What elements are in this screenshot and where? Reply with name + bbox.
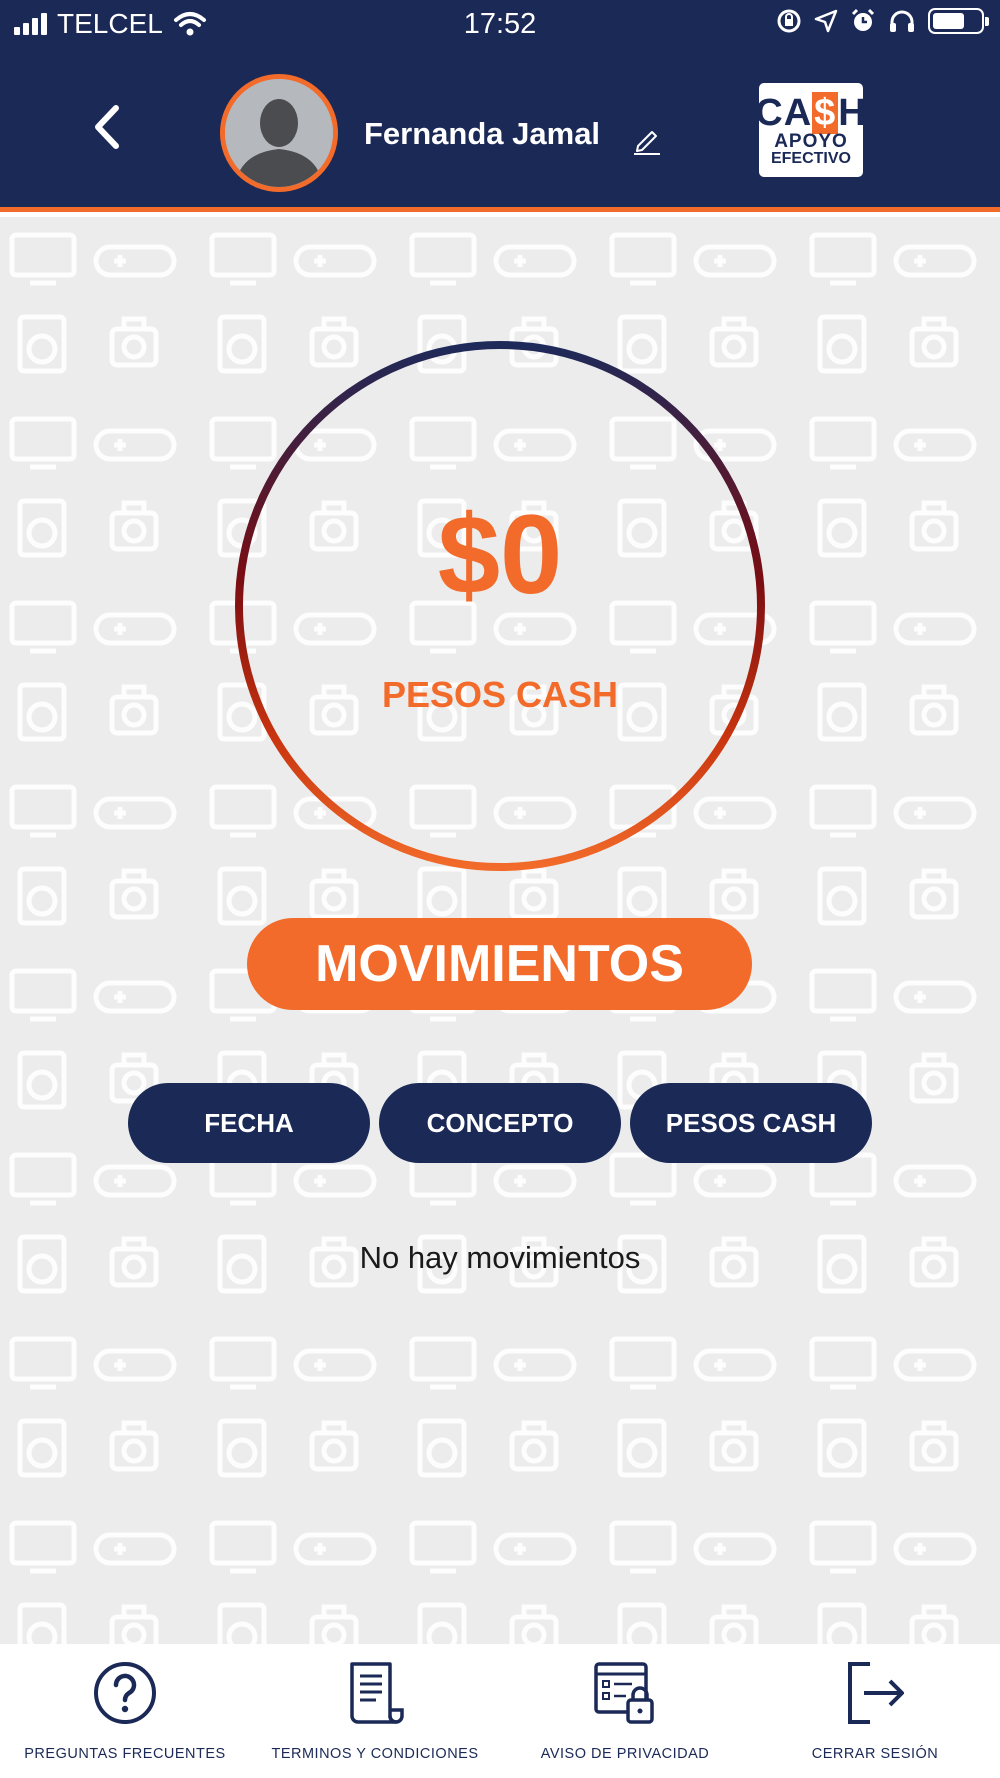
nav-faq-label: PREGUNTAS FRECUENTES: [24, 1746, 226, 1762]
column-date-button[interactable]: FECHA: [128, 1083, 370, 1163]
status-bar: TELCEL 17:52: [0, 0, 1000, 52]
logo-text-right: H: [838, 91, 867, 134]
nav-privacy-label: AVISO DE PRIVACIDAD: [540, 1746, 710, 1762]
pencil-edit-icon[interactable]: [630, 122, 664, 156]
back-arrow-icon[interactable]: [88, 102, 128, 152]
location-arrow-icon: [814, 9, 838, 33]
nav-logout-label: CERRAR SESIÓN: [811, 1746, 939, 1762]
logo-line2: EFECTIVO: [770, 149, 851, 167]
user-name: Fernanda Jamal: [364, 116, 601, 151]
balance-amount: $0: [437, 492, 563, 617]
empty-movements-message: No hay movimientos: [359, 1240, 641, 1275]
logo-line1: APOYO: [774, 130, 848, 152]
logout-icon: [848, 1662, 904, 1724]
headphones-icon: [890, 10, 914, 32]
movements-title: MOVIMIENTOS: [247, 918, 752, 1010]
nav-privacy[interactable]: AVISO DE PRIVACIDAD: [500, 1644, 750, 1778]
column-concept-button[interactable]: CONCEPTO: [379, 1083, 621, 1163]
document-scroll-icon: [350, 1662, 404, 1724]
alarm-icon: [851, 8, 875, 31]
privacy-lock-icon: [594, 1662, 654, 1724]
rotation-lock-icon: [777, 9, 801, 33]
cash-apoyo-efectivo-logo: CA$H APOYO EFECTIVO: [755, 80, 867, 180]
logo-text-left: CA: [755, 91, 813, 134]
column-pesos-cash-button[interactable]: PESOS CASH: [630, 1083, 872, 1163]
question-circle-icon: [94, 1662, 156, 1724]
nav-terms[interactable]: TERMINOS Y CONDICIONES: [250, 1644, 500, 1778]
avatar[interactable]: [220, 74, 338, 192]
user-silhouette-icon: [225, 79, 333, 187]
balance-currency-label: PESOS CASH: [381, 674, 619, 715]
logo-dollar: $: [812, 91, 839, 134]
bottom-navigation: PREGUNTAS FRECUENTES TERMINOS Y CONDICIO…: [0, 1644, 1000, 1778]
nav-logout[interactable]: CERRAR SESIÓN: [750, 1644, 1000, 1778]
nav-faq[interactable]: PREGUNTAS FRECUENTES: [0, 1644, 250, 1778]
nav-terms-label: TERMINOS Y CONDICIONES: [271, 1746, 479, 1762]
battery-icon: [928, 8, 989, 34]
app-header: TELCEL 17:52 Fernanda Jamal CA$H APOYO E…: [0, 0, 1000, 212]
